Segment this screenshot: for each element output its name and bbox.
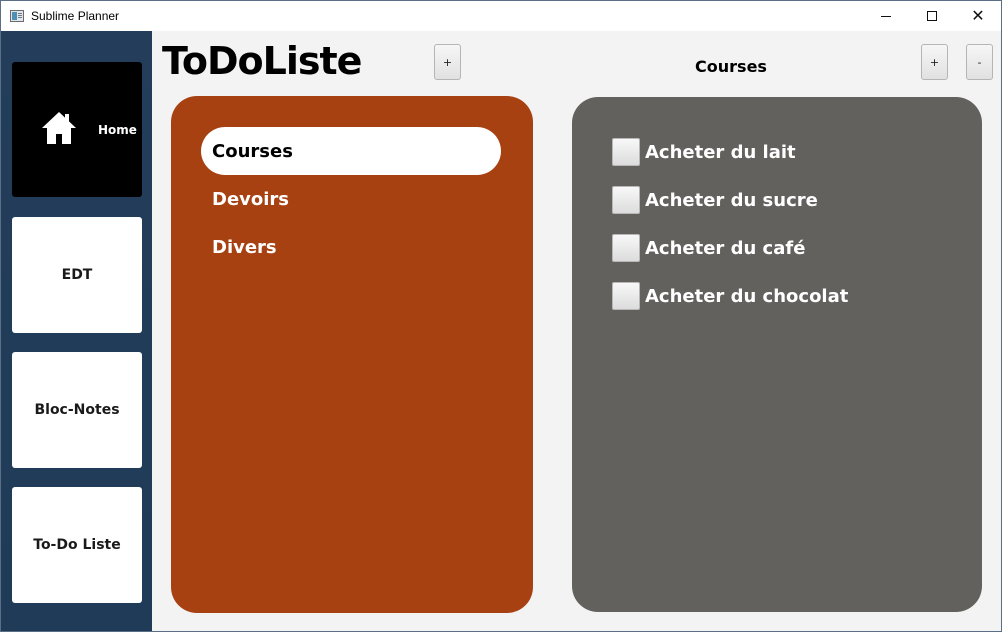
task-checkbox[interactable] (612, 234, 640, 262)
task-checkbox[interactable] (612, 138, 640, 166)
tasks-panel: Acheter du lait Acheter du sucre Acheter… (572, 97, 982, 612)
sidebar-item-todo-liste[interactable]: To-Do Liste (12, 487, 142, 603)
sidebar-item-label: Home (98, 123, 137, 137)
sidebar-item-bloc-notes[interactable]: Bloc-Notes (12, 352, 142, 468)
task-label: Acheter du café (645, 237, 806, 259)
add-list-button[interactable]: + (434, 44, 461, 80)
task-checkbox[interactable] (612, 282, 640, 310)
list-item-divers[interactable]: Divers (201, 223, 501, 271)
task-row: Acheter du sucre (612, 185, 818, 215)
home-icon (42, 112, 76, 144)
title-bar[interactable]: Sublime Planner ✕ (1, 1, 1001, 31)
list-item-courses[interactable]: Courses (201, 127, 501, 175)
minimize-button[interactable] (863, 1, 909, 31)
sidebar-item-label: To-Do Liste (33, 537, 121, 553)
close-button[interactable]: ✕ (955, 1, 1001, 31)
current-list-title: Courses (695, 57, 767, 76)
maximize-button[interactable] (909, 1, 955, 31)
task-label: Acheter du sucre (645, 189, 818, 211)
add-task-button[interactable]: + (921, 44, 948, 80)
sidebar: Home EDT Bloc-Notes To-Do Liste (1, 31, 152, 631)
close-icon: ✕ (971, 6, 985, 25)
list-item-devoirs[interactable]: Devoirs (201, 175, 501, 223)
sidebar-item-home[interactable]: Home (12, 62, 142, 197)
maximize-icon (927, 11, 937, 21)
task-row: Acheter du café (612, 233, 805, 263)
window-title: Sublime Planner (31, 9, 120, 23)
sidebar-item-label: EDT (61, 267, 93, 283)
app-window: Sublime Planner ✕ Home EDT Bloc-Notes To… (0, 0, 1002, 632)
page-title: ToDoListe (162, 39, 362, 83)
remove-task-button[interactable]: - (966, 44, 993, 80)
app-icon (10, 10, 24, 22)
minimize-icon (881, 15, 891, 17)
task-checkbox[interactable] (612, 186, 640, 214)
task-label: Acheter du lait (645, 141, 796, 163)
task-row: Acheter du chocolat (612, 281, 848, 311)
sidebar-item-edt[interactable]: EDT (12, 217, 142, 333)
task-row: Acheter du lait (612, 137, 796, 167)
lists-panel: Courses Devoirs Divers (171, 96, 533, 613)
task-label: Acheter du chocolat (645, 285, 849, 307)
sidebar-item-label: Bloc-Notes (34, 402, 120, 418)
